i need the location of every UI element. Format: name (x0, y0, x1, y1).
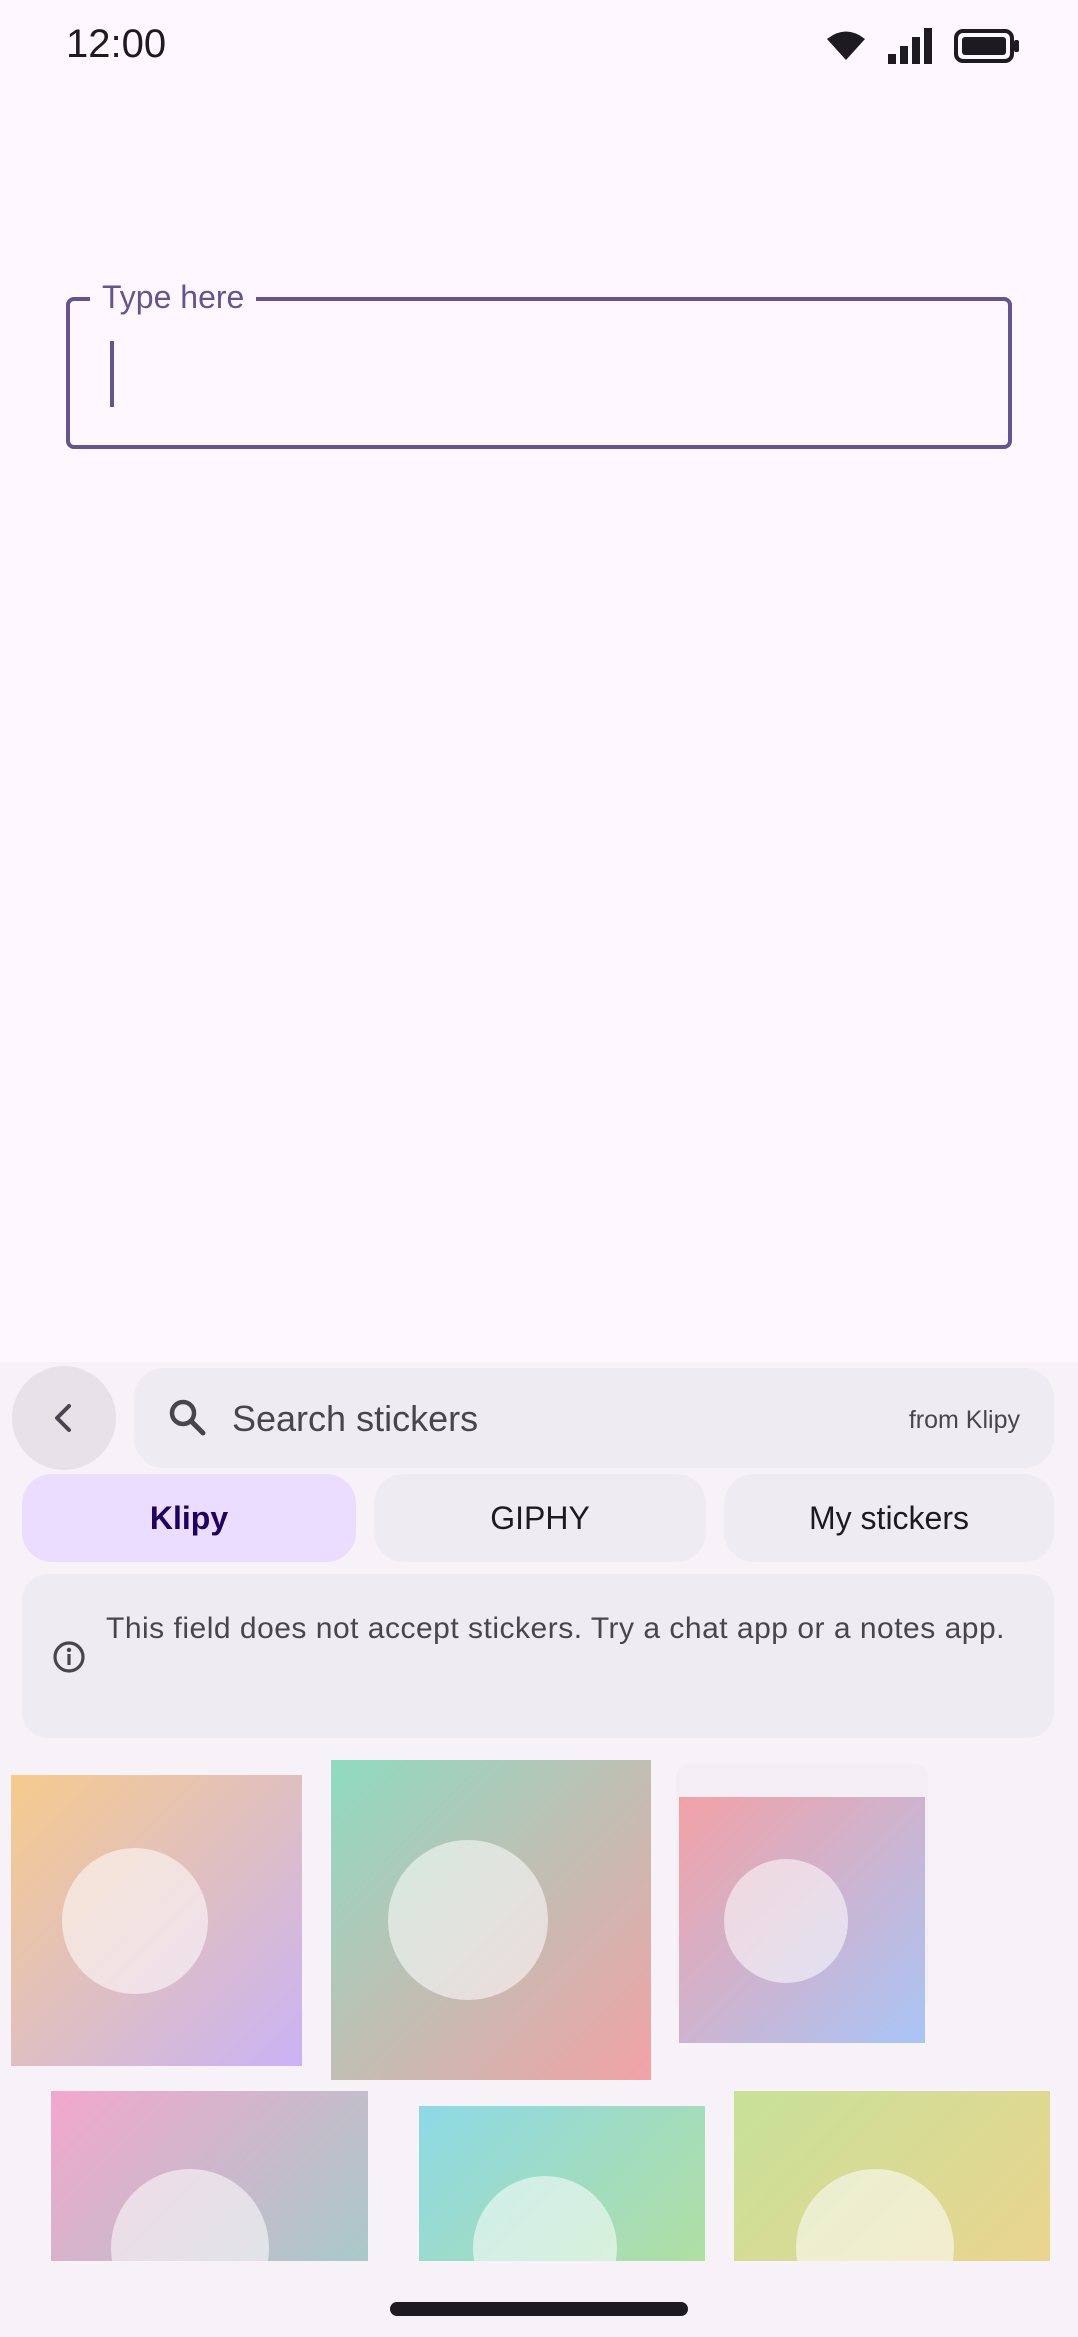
search-stickers-input[interactable]: Search stickers from Klipy (134, 1368, 1054, 1468)
signal-icon (888, 28, 932, 64)
chevron-left-icon (55, 1404, 71, 1432)
info-banner: This field does not accept stickers. Try… (22, 1574, 1054, 1738)
sticker-shape (62, 1848, 208, 1994)
sticker-shape (473, 2176, 617, 2261)
sticker-shape (111, 2169, 269, 2261)
sticker-item[interactable] (734, 2091, 1050, 2261)
tab-label: GIPHY (490, 1499, 590, 1536)
sticker-shape (724, 1859, 848, 1983)
sticker-item[interactable] (51, 2091, 368, 2261)
tab-label: Klipy (149, 1499, 229, 1536)
search-icon (169, 1399, 206, 1436)
sticker-item[interactable] (331, 1760, 651, 2080)
sticker-item[interactable] (11, 1775, 302, 2066)
info-text: This field does not accept stickers. Try… (106, 1612, 1005, 1645)
type-here-field[interactable]: Type here (66, 275, 1012, 449)
status-bar: 12:00 (0, 0, 1078, 96)
text-cursor (110, 341, 114, 407)
sticker-item[interactable] (679, 1797, 925, 2043)
sticker-shape (388, 1840, 548, 2000)
field-label: Type here (90, 275, 257, 319)
battery-icon (954, 29, 1019, 63)
tab-label: My stickers (809, 1499, 969, 1536)
wifi-icon (827, 31, 865, 60)
home-indicator[interactable] (390, 2302, 688, 2316)
sticker-item[interactable] (419, 2106, 705, 2261)
sticker-shape (796, 2169, 954, 2261)
search-placeholder: Search stickers (232, 1398, 479, 1439)
tab-klipy[interactable]: Klipy (22, 1474, 356, 1562)
status-time: 12:00 (66, 22, 167, 66)
back-button[interactable] (12, 1366, 116, 1470)
sticker-panel: Search stickers from Klipy Klipy GIPHY M… (0, 1362, 1078, 2337)
status-icons (826, 28, 1020, 64)
tab-giphy[interactable]: GIPHY (374, 1474, 706, 1562)
search-source-label: from Klipy (908, 1406, 1020, 1434)
info-icon (53, 1641, 85, 1673)
tab-my-stickers[interactable]: My stickers (724, 1474, 1054, 1562)
